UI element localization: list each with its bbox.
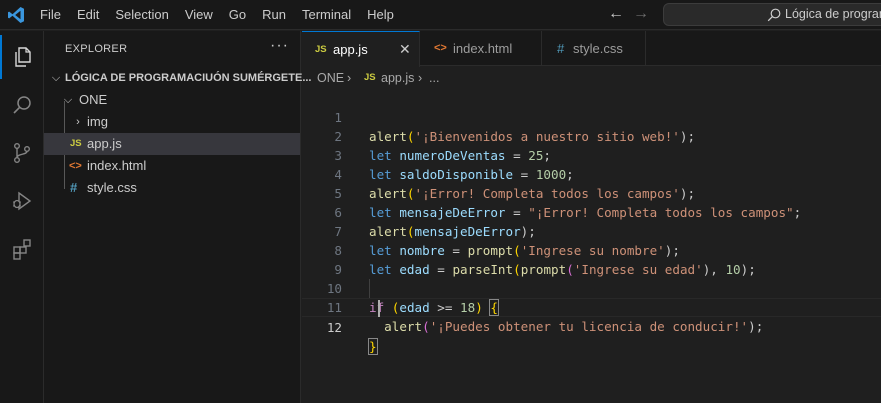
code-text: alert('¡Puedes obtener tu licencia de co… [384,319,764,334]
tree-item-label: img [87,114,108,129]
command-center-search[interactable]: Lógica de program [663,3,881,26]
extensions-icon [13,239,31,260]
breadcrumb-separator: › [418,71,423,85]
code-line: 5 let mensajeDeError = "¡Error! Completa… [302,165,881,220]
tree-item-label: app.js [87,136,122,151]
breadcrumb-file[interactable]: app.js [381,67,414,89]
menu-run[interactable]: Run [254,0,294,30]
tab-label: index.html [453,41,513,56]
activity-run-debug[interactable] [0,179,44,223]
menu-view[interactable]: View [177,0,221,30]
code-line: 8 let edad = parseInt(prompt('Ingrese su… [302,222,881,277]
code-line-current: 12 } [302,298,881,355]
close-icon[interactable]: ✕ [399,32,411,67]
code-line: 2 let numeroDeVentas = 25; [302,108,881,163]
chevron-down-icon: ⌵ [63,94,73,106]
code-line: 10 if (edad >= 18) { [302,260,881,316]
css-file-icon: # [70,180,78,195]
arrow-left-icon[interactable]: ← [607,5,625,23]
activity-search[interactable] [0,83,44,127]
arrow-right-icon[interactable]: → [632,5,650,23]
breadcrumb-folder[interactable]: ONE [317,67,344,89]
tab-style-css[interactable]: # style.css [542,31,646,66]
javascript-file-icon: JS [315,44,327,55]
javascript-file-icon: JS [70,138,82,149]
workspace-name: LÓGICA DE PROGRAMACIUÓN SUMÉRGETE... [65,72,312,84]
title-bar: File Edit Selection View Go Run Terminal… [0,0,881,30]
explorer-icon [15,47,31,67]
run-debug-icon [13,191,32,211]
chevron-right-icon: › [76,116,80,128]
menu-bar: File Edit Selection View Go Run Terminal… [32,0,402,30]
activity-explorer[interactable] [0,35,44,79]
tree-item-label: style.css [87,180,137,195]
menu-selection[interactable]: Selection [107,0,176,30]
tab-index-html[interactable]: <> index.html [420,31,542,66]
html-file-icon: <> [69,160,82,172]
line-number: 12 [326,320,342,335]
text-cursor [378,300,380,317]
breadcrumb-separator: › [347,71,352,85]
css-file-icon: # [557,41,565,56]
vscode-logo-icon[interactable] [6,5,26,25]
tab-label: app.js [333,42,368,57]
indent-guide [369,279,370,298]
tab-label: style.css [573,41,623,56]
folder-label: ONE [79,92,108,107]
source-control-icon [13,143,30,164]
code-line: 1 alert('¡Bienvenidos a nuestro sitio we… [302,89,881,144]
sidebar-title: EXPLORER [65,43,128,55]
activity-bar [0,31,44,403]
code-text: } [368,338,378,355]
tree-item-app-js[interactable]: JS app.js [44,133,300,155]
code-line: 6 alert(mensajeDeError); [302,184,881,239]
menu-edit[interactable]: Edit [69,0,107,30]
tree-item-label: index.html [87,158,147,173]
code-line: 3 let saldoDisponible = 1000; [302,127,881,182]
menu-go[interactable]: Go [221,0,254,30]
tab-app-js[interactable]: JS app.js ✕ [302,31,420,67]
code-line: 7 let nombre = prompt('Ingrese su nombre… [302,203,881,258]
editor-tab-bar: JS app.js ✕ <> index.html # style.css [302,31,881,67]
activity-source-control[interactable] [0,131,44,175]
breadcrumb: ONE › JS app.js › ... [302,67,881,89]
chevron-down-icon: ⌵ [51,72,61,84]
code-editor[interactable]: 1 alert('¡Bienvenidos a nuestro sitio we… [302,89,881,403]
tree-item-index-html[interactable]: <> index.html [44,155,300,177]
menu-terminal[interactable]: Terminal [294,0,359,30]
tree-item-style-css[interactable]: # style.css [44,177,300,199]
search-icon [767,8,781,22]
html-file-icon: <> [434,42,447,54]
activity-extensions[interactable] [0,227,44,271]
folder-one[interactable]: ⌵ ONE [44,89,300,111]
breadcrumb-symbols[interactable]: ... [429,67,439,89]
menu-file[interactable]: File [32,0,69,30]
search-icon [13,96,31,114]
more-actions-icon[interactable]: ··· [270,37,289,55]
javascript-file-icon: JS [364,72,376,83]
tree-item-img[interactable]: › img [44,111,300,133]
code-line: 11 alert('¡Puedes obtener tu licencia de… [302,279,881,334]
workspace-header[interactable]: ⌵ LÓGICA DE PROGRAMACIUÓN SUMÉRGETE... [44,67,312,89]
code-line: 4 alert('¡Error! Completa todos los camp… [302,146,881,201]
menu-help[interactable]: Help [359,0,402,30]
code-line: 9 [302,241,881,277]
search-label: Lógica de program [785,7,881,21]
